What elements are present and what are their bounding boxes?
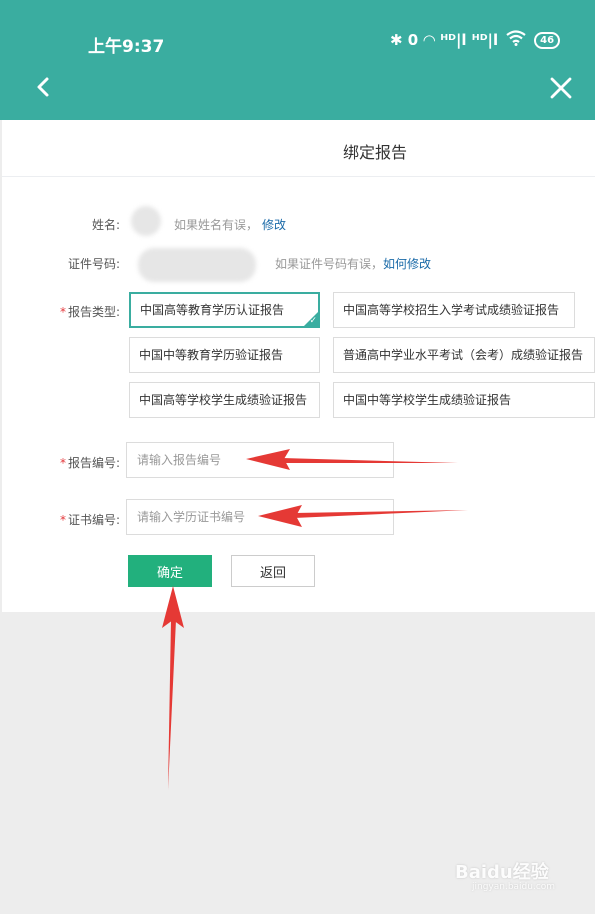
confirm-button[interactable]: 确定 bbox=[128, 555, 212, 587]
certificate-number-label: * 证书编号: bbox=[40, 511, 120, 528]
id-number-modify-link[interactable]: 如何修改 bbox=[383, 257, 431, 271]
report-type-option-label: 中国中等学校学生成绩验证报告 bbox=[343, 393, 512, 407]
back-button[interactable] bbox=[28, 70, 58, 104]
report-type-option-4[interactable]: 普通高中学业水平考试（会考）成绩验证报告 bbox=[333, 337, 595, 373]
name-modify-link[interactable]: 修改 bbox=[262, 218, 286, 232]
name-hint-text: 如果姓名有误， bbox=[174, 218, 259, 232]
app-header: 上午9:37 ✱ 0 ◠ ᴴᴰ|l ᴴᴰ|l 46 bbox=[0, 0, 595, 120]
report-type-option-2[interactable]: 中国高等学校招生入学考试成绩验证报告 bbox=[333, 292, 575, 328]
report-number-label-text: 报告编号: bbox=[67, 456, 120, 470]
return-button[interactable]: 返回 bbox=[231, 555, 315, 587]
id-number-label: 证件号码: bbox=[67, 257, 120, 271]
required-mark: * bbox=[59, 456, 66, 470]
id-number-hint: 如果证件号码有误，如何修改 bbox=[275, 255, 431, 272]
watermark-url: jingyan.baidu.com bbox=[472, 882, 556, 892]
report-type-option-label: 中国高等学校学生成绩验证报告 bbox=[139, 393, 308, 407]
report-type-option-3[interactable]: 中国中等教育学历验证报告 bbox=[129, 337, 320, 373]
report-type-option-5[interactable]: 中国高等学校学生成绩验证报告 bbox=[129, 382, 320, 418]
card-header: 绑定报告 bbox=[2, 120, 595, 177]
id-number-value-redacted bbox=[138, 248, 256, 282]
close-button[interactable] bbox=[545, 72, 577, 104]
battery-level: 46 bbox=[534, 31, 561, 49]
wifi-icon bbox=[506, 30, 526, 50]
report-type-label: * 报告类型: bbox=[40, 303, 120, 320]
report-number-input[interactable] bbox=[126, 442, 394, 478]
report-type-option-label: 中国高等教育学历认证报告 bbox=[140, 303, 285, 317]
close-icon bbox=[550, 77, 572, 99]
arrow-to-confirm-button bbox=[162, 586, 184, 790]
report-type-label-text: 报告类型: bbox=[67, 305, 120, 319]
name-hint: 如果姓名有误， 修改 bbox=[174, 216, 286, 233]
certificate-number-input[interactable] bbox=[126, 499, 394, 535]
name-value-redacted bbox=[131, 206, 161, 236]
report-number-label: * 报告编号: bbox=[40, 454, 120, 471]
required-mark: * bbox=[59, 513, 66, 527]
report-type-option-label: 中国中等教育学历验证报告 bbox=[139, 348, 284, 362]
name-label: 姓名: bbox=[91, 218, 120, 232]
certificate-number-label-text: 证书编号: bbox=[67, 513, 120, 527]
status-icons: ✱ 0 ◠ ᴴᴰ|l ᴴᴰ|l 46 bbox=[390, 30, 561, 50]
status-time: 上午9:37 bbox=[88, 37, 165, 57]
check-icon: ✓ bbox=[309, 316, 317, 326]
chevron-left-icon bbox=[37, 77, 49, 97]
report-type-option-label: 普通高中学业水平考试（会考）成绩验证报告 bbox=[343, 348, 584, 362]
required-mark: * bbox=[59, 305, 66, 319]
id-number-hint-text: 如果证件号码有误， bbox=[275, 257, 384, 271]
report-type-option-label: 中国高等学校招生入学考试成绩验证报告 bbox=[343, 303, 560, 317]
watermark-logo: Baidu经验 bbox=[455, 862, 549, 883]
page-title: 绑定报告 bbox=[343, 143, 408, 162]
status-indicators: ✱ 0 ◠ ᴴᴰ|l ᴴᴰ|l bbox=[390, 31, 499, 49]
report-type-option-6[interactable]: 中国中等学校学生成绩验证报告 bbox=[333, 382, 595, 418]
report-type-option-1[interactable]: 中国高等教育学历认证报告 ✓ bbox=[129, 292, 320, 328]
